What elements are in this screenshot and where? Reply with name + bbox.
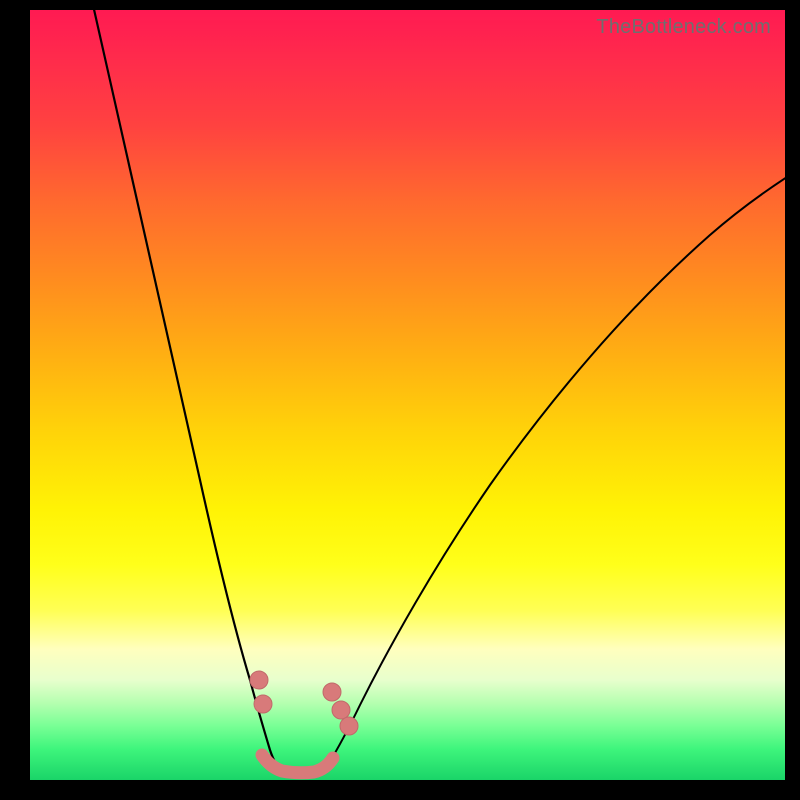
data-marker [250, 671, 268, 689]
data-marker [332, 701, 350, 719]
data-marker [254, 695, 272, 713]
data-marker [340, 717, 358, 735]
chart-frame: TheBottleneck.com [0, 0, 800, 800]
chart-overlay [30, 10, 785, 780]
curve-left-branch [93, 10, 282, 772]
chart-plot-area: TheBottleneck.com [30, 10, 785, 780]
data-marker [323, 683, 341, 701]
curve-right-branch [323, 175, 785, 772]
